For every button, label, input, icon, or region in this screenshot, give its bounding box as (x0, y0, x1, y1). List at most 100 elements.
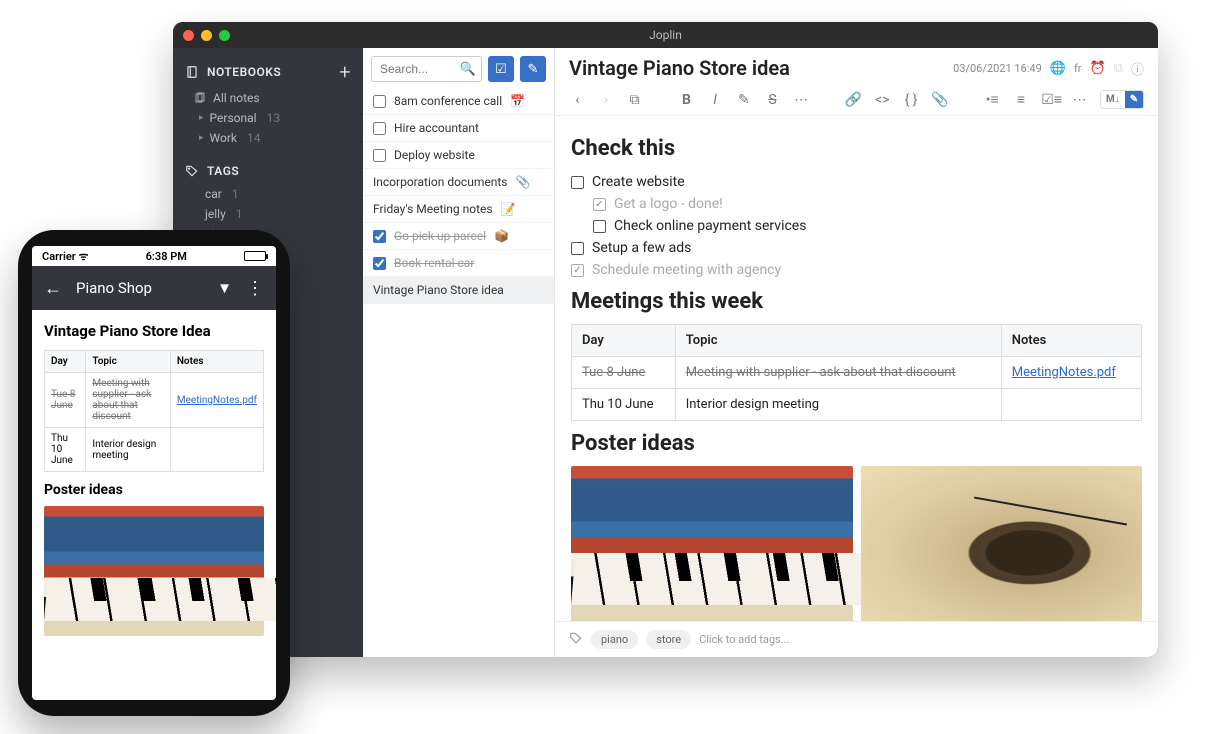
note-checkbox[interactable] (373, 122, 386, 135)
add-tag-input[interactable]: Click to add tags... (699, 633, 789, 646)
checkbox-icon[interactable] (571, 242, 584, 255)
heading-poster: Poster ideas (571, 431, 1142, 456)
mobile-header-title: Piano Shop (76, 279, 152, 297)
editor-body[interactable]: Check this Create website✓Get a logo - d… (555, 116, 1158, 621)
notes-icon (193, 91, 207, 105)
note-list-item[interactable]: Deploy website (363, 142, 554, 169)
number-list-button[interactable]: ≡ (1013, 91, 1030, 108)
external-link-icon[interactable]: ⧉ (626, 92, 643, 108)
attachment-link[interactable]: MeetingNotes.pdf (1012, 365, 1116, 380)
strike-button[interactable]: S (764, 92, 781, 108)
alarm-icon[interactable]: ⏰ (1090, 61, 1106, 76)
note-list-item[interactable]: Book rental car (363, 250, 554, 277)
mobile-device: Carrier ᯤ 6:38 PM ← Piano Shop ▼ ⋮ Vinta… (18, 230, 290, 716)
check-list-button[interactable]: ☑≡ (1041, 91, 1059, 108)
add-notebook-button[interactable]: + (339, 62, 351, 82)
sidebar-section-label: NOTEBOOKS (207, 65, 281, 79)
note-checkbox[interactable] (373, 230, 386, 243)
back-button[interactable]: ← (44, 278, 62, 299)
checklist-item[interactable]: Check online payment services (593, 215, 1142, 237)
notebook-icon (185, 65, 199, 79)
mobile-time: 6:38 PM (146, 250, 187, 263)
sidebar-tag-jelly[interactable]: jelly 1 (173, 204, 363, 224)
checklist-item[interactable]: Setup a few ads (571, 237, 1142, 259)
codeblock-button[interactable]: { } (903, 92, 920, 108)
note-checkbox[interactable] (373, 257, 386, 270)
poster-image-gramophone (861, 466, 1143, 621)
table-row: Tue 8 JuneMeeting with supplier - ask ab… (572, 357, 1142, 389)
wifi-icon: ᯤ (79, 250, 89, 263)
note-list-item[interactable]: Friday's Meeting notes 📝 (363, 196, 554, 223)
chevron-right-icon: ▸ (199, 113, 204, 123)
note-checkbox[interactable] (373, 95, 386, 108)
sidebar-section-tags: TAGS (173, 158, 363, 184)
note-title[interactable]: Vintage Piano Store idea (569, 56, 953, 80)
window-title: Joplin (173, 28, 1158, 42)
info-icon[interactable]: ⓘ (1131, 59, 1144, 78)
italic-button[interactable]: I (707, 92, 724, 108)
heading-meetings: Meetings this week (571, 289, 1142, 314)
checklist-item[interactable]: ✓Schedule meeting with agency (571, 259, 1142, 281)
sidebar-all-notes[interactable]: All notes (173, 88, 363, 108)
mobile-note-title: Vintage Piano Store Idea (44, 322, 264, 340)
heading-check-this: Check this (571, 136, 1142, 161)
note-list-item[interactable]: Incorporation documents 📎 (363, 169, 554, 196)
dropdown-icon[interactable]: ▼ (217, 279, 232, 297)
search-icon[interactable]: 🔍 (460, 62, 476, 77)
note-list-panel: 🔍 ☑ ✎ 8am conference call 📅Hire accounta… (363, 48, 555, 657)
editor-panel: Vintage Piano Store idea 03/06/2021 16:4… (555, 48, 1158, 657)
note-list-item[interactable]: Hire accountant (363, 115, 554, 142)
mobile-body[interactable]: Vintage Piano Store Idea Day Topic Notes… (32, 310, 276, 700)
attach-button[interactable]: 📎 (931, 92, 948, 108)
chevron-right-icon: ▸ (199, 133, 204, 143)
new-todo-button[interactable]: ☑ (488, 56, 514, 82)
checklist-item[interactable]: Create website (571, 171, 1142, 193)
table-row: Thu 10 JuneInterior design meeting (45, 428, 264, 472)
bold-button[interactable]: B (678, 92, 695, 108)
bullet-list-button[interactable]: •≡ (984, 91, 1001, 108)
sidebar-section-notebooks: NOTEBOOKS + (173, 56, 363, 88)
attachment-link[interactable]: MeetingNotes.pdf (177, 395, 257, 406)
more-icon[interactable]: ⋮ (246, 278, 264, 299)
tag-icon (185, 164, 199, 178)
sidebar-tag-car[interactable]: car 1 (173, 184, 363, 204)
new-note-button[interactable]: ✎ (520, 56, 546, 82)
search-input[interactable]: 🔍 (371, 56, 482, 82)
editor-toolbar: ‹ › ⧉ B I ✎ S ⋯ 🔗 <> { } 📎 •≡ ≡ ☑≡ ⋯ (555, 86, 1158, 116)
mobile-meetings-table: Day Topic Notes Tue 8 JuneMeeting with s… (44, 350, 264, 472)
layout-icon[interactable]: ⧉ (1114, 61, 1123, 76)
globe-icon[interactable]: 🌐 (1050, 61, 1066, 76)
note-list-item[interactable]: Go pick up parcel 📦 (363, 223, 554, 250)
code-button[interactable]: <> (874, 92, 891, 108)
all-notes-label: All notes (213, 91, 260, 105)
back-button[interactable]: ‹ (569, 92, 586, 108)
checkbox-icon[interactable]: ✓ (593, 198, 606, 211)
table-row: Tue 8 JuneMeeting with supplier - ask ab… (45, 373, 264, 428)
checklist-item[interactable]: ✓Get a logo - done! (593, 193, 1142, 215)
sidebar-item-personal[interactable]: ▸ Personal 13 (173, 108, 363, 128)
mobile-status-bar: Carrier ᯤ 6:38 PM (32, 246, 276, 266)
language-label: fr (1074, 62, 1082, 75)
tag-piano[interactable]: piano (591, 630, 638, 649)
highlight-button[interactable]: ✎ (735, 92, 752, 108)
checkbox-icon[interactable]: ✓ (571, 264, 584, 277)
sidebar-item-work[interactable]: ▸ Work 14 (173, 128, 363, 148)
mobile-header: ← Piano Shop ▼ ⋮ (32, 266, 276, 310)
poster-image-piano (571, 466, 853, 621)
checkbox-icon[interactable] (593, 220, 606, 233)
more-button[interactable]: ⋯ (1071, 92, 1088, 108)
note-checkbox[interactable] (373, 149, 386, 162)
note-list-item[interactable]: 8am conference call 📅 (363, 88, 554, 115)
mobile-poster-heading: Poster ideas (44, 482, 264, 498)
note-list-item[interactable]: Vintage Piano Store idea (363, 277, 554, 304)
link-button[interactable]: 🔗 (845, 92, 862, 108)
tag-icon (569, 631, 583, 648)
checkbox-icon[interactable] (571, 176, 584, 189)
mobile-poster-image (44, 506, 264, 636)
markdown-toggle[interactable]: M↓✎ (1100, 90, 1144, 109)
forward-button[interactable]: › (598, 92, 615, 108)
titlebar: Joplin (173, 22, 1158, 48)
tag-store[interactable]: store (646, 630, 691, 649)
more-format-button[interactable]: ⋯ (793, 92, 810, 108)
desktop-window: Joplin NOTEBOOKS + All notes ▸ Personal (173, 22, 1158, 657)
